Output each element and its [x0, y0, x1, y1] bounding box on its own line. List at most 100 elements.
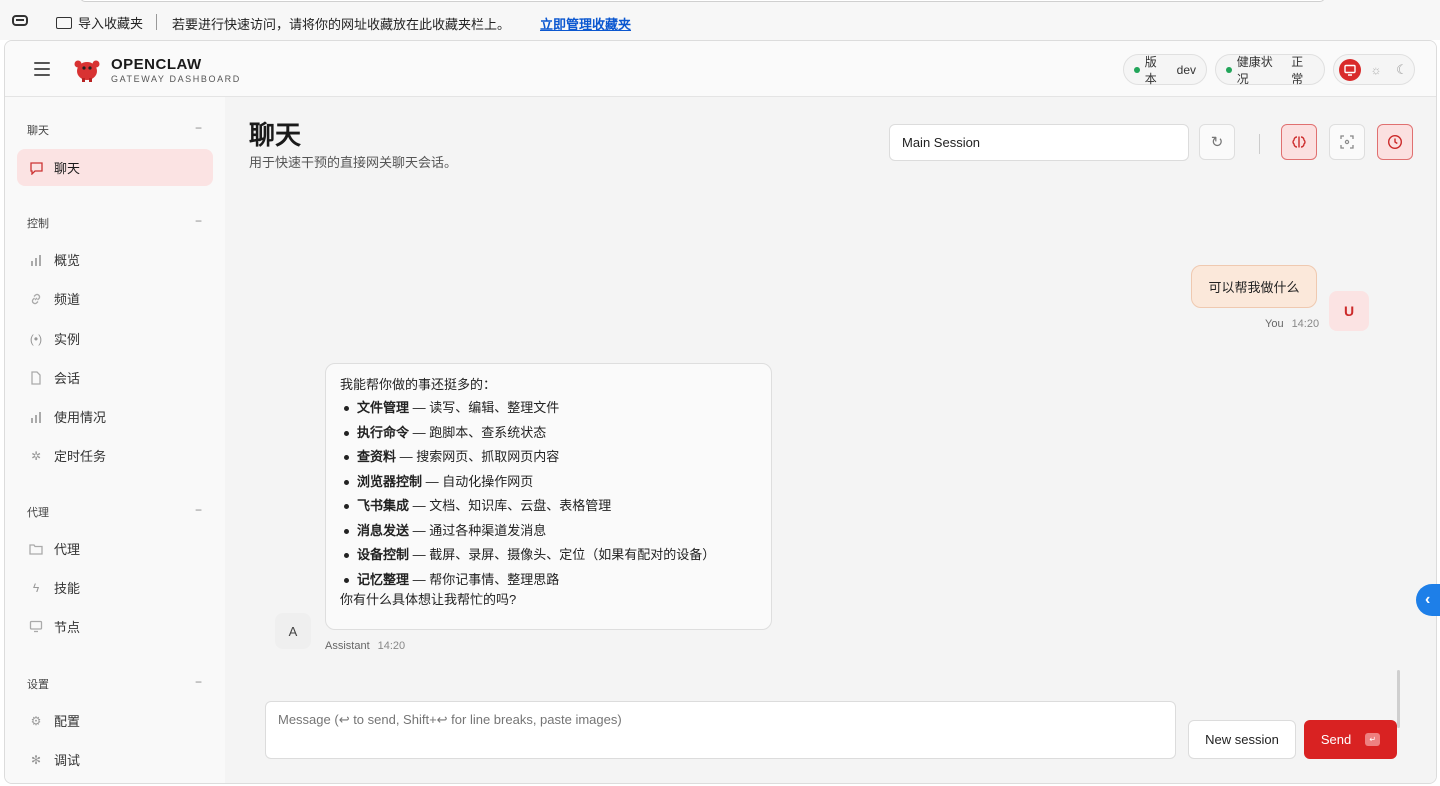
menu-icon[interactable]: [34, 62, 50, 76]
monitor-icon: [28, 619, 44, 635]
list-item: 消息发送 — 通过各种渠道发消息: [340, 523, 757, 548]
main-content: 聊天 用于快速干预的直接网关聊天会话。 Main Session ↻ 可以帮我做…: [225, 97, 1436, 783]
assistant-message-bubble: 我能帮你做的事还挺多的： 文件管理 — 读写、编辑、整理文件 执行命令 — 跑脚…: [325, 363, 772, 630]
sidebar-item-instances[interactable]: (•) 实例: [17, 320, 213, 357]
chat-bubble-icon: [28, 160, 44, 176]
theme-dark-button[interactable]: ☾: [1391, 59, 1413, 81]
sidebar-item-cron[interactable]: ✲ 定时任务: [17, 437, 213, 474]
gear-icon: ⚙: [30, 713, 42, 728]
sidebar-item-label: 频道: [54, 292, 81, 307]
broadcast-icon: (•): [29, 331, 43, 346]
refresh-icon: ↻: [1210, 134, 1224, 151]
manage-favorites-link[interactable]: 立即管理收藏夹: [540, 14, 631, 33]
sidebar-item-config[interactable]: ⚙ 配置: [17, 702, 213, 739]
sidebar-item-label: 技能: [54, 581, 81, 596]
sidebar-item-label: 聊天: [54, 161, 81, 176]
sidebar-item-chat[interactable]: 聊天: [17, 149, 213, 186]
sidebar-item-label: 概览: [54, 253, 81, 268]
sidebar-item-channels[interactable]: 频道: [17, 280, 213, 317]
sidebar-item-agents[interactable]: 代理: [17, 530, 213, 567]
bar-chart-icon: [28, 252, 44, 268]
assistant-time: 14:20: [377, 640, 406, 652]
sidebar-item-sessions[interactable]: 会话: [17, 359, 213, 396]
sidebar-item-nodes[interactable]: 节点: [17, 608, 213, 645]
user-name: You: [1265, 318, 1284, 330]
sidebar-item-label: 配置: [54, 714, 81, 729]
import-favorites-label: 导入收藏夹: [78, 16, 144, 31]
lobster-logo-icon: [74, 60, 100, 82]
version-value: dev: [1176, 62, 1196, 77]
collapse-control-button[interactable]: −: [195, 214, 202, 228]
folder-icon: [56, 16, 72, 29]
top-bar: OPENCLAW GATEWAY DASHBOARD 版本 dev 健康状况 正…: [5, 41, 1436, 97]
sidebar-item-label: 实例: [54, 332, 81, 347]
version-label: 版本: [1144, 54, 1157, 86]
chat-scrollbar[interactable]: [1397, 670, 1400, 728]
sidebar-item-usage[interactable]: 使用情况: [17, 398, 213, 435]
thinking-toggle-button[interactable]: [1281, 124, 1317, 160]
sun-icon: ☼: [1370, 63, 1382, 77]
health-value: 正常: [1291, 54, 1304, 86]
theme-light-button[interactable]: ☼: [1365, 59, 1387, 81]
list-item: 飞书集成 — 文档、知识库、云盘、表格管理: [340, 498, 757, 523]
chevron-left-icon: ‹: [1425, 591, 1431, 608]
user-message-bubble: 可以帮我做什么: [1191, 265, 1317, 308]
history-button[interactable]: [1377, 124, 1413, 160]
health-badge: 健康状况 正常: [1215, 54, 1325, 86]
send-label: Send: [1320, 732, 1352, 747]
favorites-hint: 若要进行快速访问，请将你的网址收藏放在此收藏夹栏上。: [172, 17, 511, 32]
section-title-chat: 聊天: [27, 125, 49, 137]
import-favorites-button[interactable]: 导入收藏夹: [56, 13, 143, 32]
list-item: 记忆整理 — 帮你记事情、整理思路: [340, 572, 757, 597]
sidebar-item-label: 代理: [54, 542, 81, 557]
sidebar: 聊天 − 聊天 控制 − 概览 频道 (•) 实例 会话 使用情况 ✲ 定时任务…: [5, 97, 225, 783]
app-window: OPENCLAW GATEWAY DASHBOARD 版本 dev 健康状况 正…: [4, 40, 1437, 784]
assistant-capability-list: 文件管理 — 读写、编辑、整理文件 执行命令 — 跑脚本、查系统状态 查资料 —…: [340, 400, 757, 596]
sidebar-item-label: 使用情况: [54, 410, 107, 425]
page-title: 聊天: [249, 120, 302, 150]
moon-icon: ☾: [1396, 62, 1408, 77]
status-dot-icon: [1226, 66, 1232, 73]
refresh-button[interactable]: ↻: [1199, 124, 1235, 160]
list-item: 查资料 — 搜索网页、抓取网页内容: [340, 449, 757, 474]
section-title-agents: 代理: [27, 507, 49, 519]
bookmark-divider: [156, 14, 157, 30]
assistant-name: Assistant: [325, 640, 370, 652]
collapse-chat-button[interactable]: −: [195, 121, 202, 135]
user-message-meta: You 14:20: [1265, 318, 1319, 330]
assistant-avatar: A: [275, 613, 311, 649]
list-item: 执行命令 — 跑脚本、查系统状态: [340, 425, 757, 450]
health-label: 健康状况: [1236, 54, 1273, 86]
list-item: 设备控制 — 截屏、录屏、摄像头、定位（如果有配对的设备）: [340, 547, 757, 572]
user-message-text: 可以帮我做什么: [1208, 280, 1300, 295]
sidebar-item-label: 定时任务: [54, 449, 107, 464]
collapse-agents-button[interactable]: −: [195, 503, 202, 517]
assistant-message-meta: Assistant 14:20: [325, 640, 405, 652]
bookmark-bar: 导入收藏夹 若要进行快速访问，请将你的网址收藏放在此收藏夹栏上。 立即管理收藏夹: [0, 0, 1440, 40]
send-button[interactable]: Send ↵: [1304, 720, 1397, 759]
session-select[interactable]: Main Session: [889, 124, 1189, 161]
side-panel-toggle[interactable]: ‹: [1416, 584, 1440, 616]
message-input[interactable]: [265, 701, 1176, 759]
clock-icon: [1387, 134, 1403, 150]
toolbar-divider: [1259, 134, 1260, 154]
status-dot-icon: [1134, 66, 1140, 73]
reading-list-icon[interactable]: [12, 15, 28, 26]
user-avatar: U: [1329, 291, 1369, 331]
section-title-settings: 设置: [27, 679, 49, 691]
sidebar-item-label: 调试: [54, 753, 81, 768]
new-session-label: New session: [1205, 732, 1279, 747]
focus-mode-button[interactable]: [1329, 124, 1365, 160]
lightning-icon: ϟ: [32, 580, 40, 595]
new-session-button[interactable]: New session: [1188, 720, 1296, 759]
brand-subtitle: GATEWAY DASHBOARD: [111, 74, 241, 84]
theme-system-button[interactable]: [1339, 59, 1361, 81]
sidebar-item-debug[interactable]: ✻ 调试: [17, 741, 213, 778]
version-badge: 版本 dev: [1123, 54, 1207, 86]
address-bar-edge: [80, 0, 1325, 2]
collapse-settings-button[interactable]: −: [195, 675, 202, 689]
sidebar-item-skills[interactable]: ϟ 技能: [17, 569, 213, 606]
loader-icon: ✲: [30, 448, 42, 463]
sidebar-item-overview[interactable]: 概览: [17, 241, 213, 278]
section-title-control: 控制: [27, 218, 49, 230]
